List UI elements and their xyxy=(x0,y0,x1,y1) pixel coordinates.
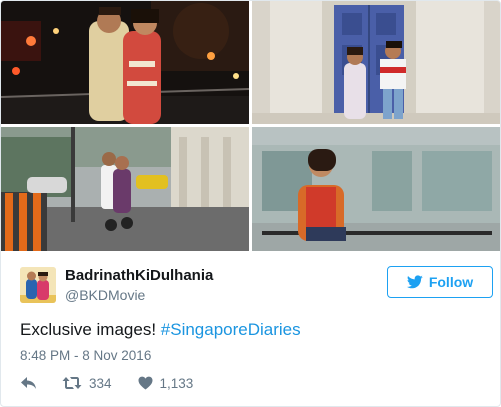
reply-button[interactable] xyxy=(20,376,37,390)
tweet-actions: 334 1,133 xyxy=(20,374,193,392)
tweet-card: BadrinathKiDulhania @BKDMovie Follow Exc… xyxy=(0,0,501,407)
twitter-bird-icon xyxy=(406,275,423,289)
follow-button-label: Follow xyxy=(428,274,474,290)
retweet-button[interactable]: 334 xyxy=(62,376,112,391)
display-name[interactable]: BadrinathKiDulhania xyxy=(65,267,213,285)
heart-icon xyxy=(138,376,153,390)
retweet-icon xyxy=(62,377,82,389)
photo-grid xyxy=(1,1,500,251)
tweet-text-body: Exclusive images! xyxy=(20,320,161,339)
account-handle[interactable]: @BKDMovie xyxy=(65,287,145,304)
like-button[interactable]: 1,133 xyxy=(138,375,194,391)
like-count: 1,133 xyxy=(159,375,194,391)
avatar[interactable] xyxy=(20,267,56,303)
reply-icon xyxy=(21,377,36,389)
photo-couple-blue-door[interactable] xyxy=(252,1,500,124)
follow-button[interactable]: Follow xyxy=(387,266,493,298)
tweet-text: Exclusive images! #SingaporeDiaries xyxy=(20,319,301,341)
hashtag-link[interactable]: #SingaporeDiaries xyxy=(161,320,301,339)
photo-couple-scooter-street[interactable] xyxy=(1,127,249,251)
photo-couple-riverside-night[interactable] xyxy=(1,1,249,124)
retweet-count: 334 xyxy=(89,375,112,391)
photo-woman-train-station[interactable] xyxy=(252,127,500,251)
tweet-timestamp[interactable]: 8:48 PM - 8 Nov 2016 xyxy=(20,348,151,364)
